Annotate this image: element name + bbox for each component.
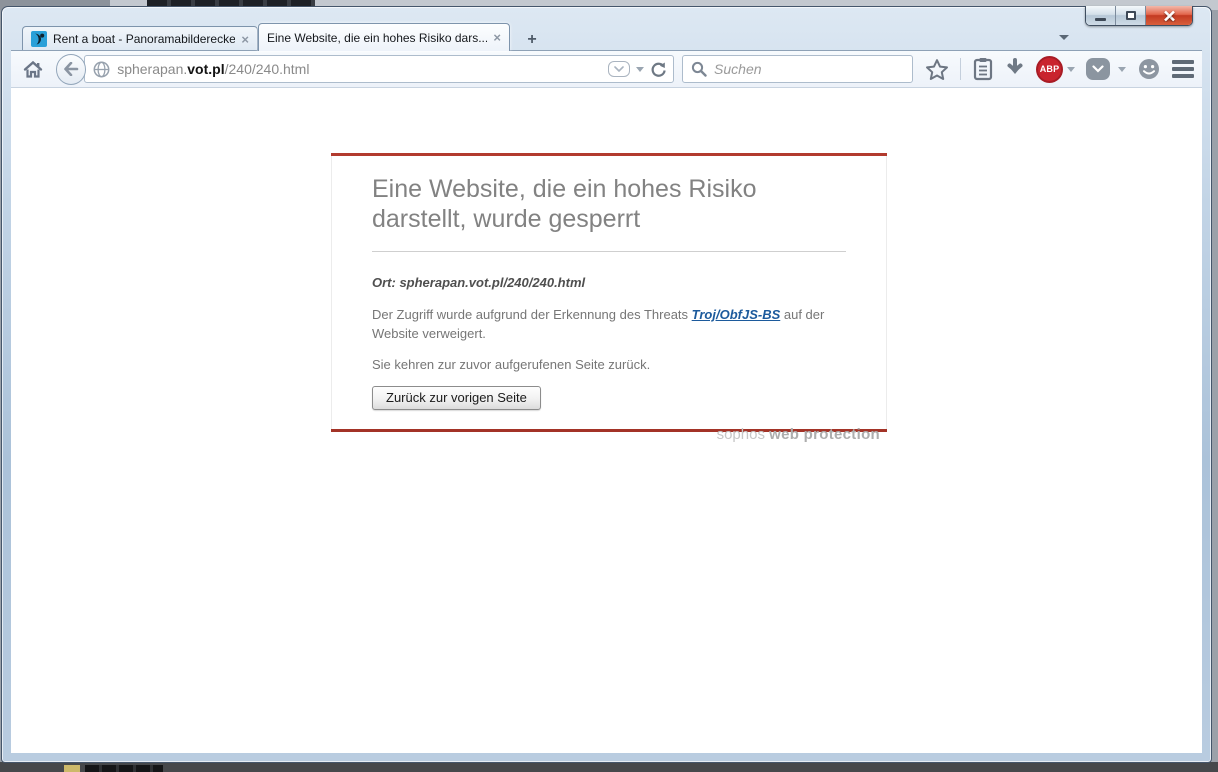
home-button[interactable] <box>19 55 47 83</box>
tab-close-icon[interactable]: × <box>241 33 249 46</box>
sophos-block-panel: Eine Website, die ein hohes Risiko darst… <box>331 153 887 432</box>
downloads-icon[interactable] <box>1005 58 1025 80</box>
bookmarks-menu-icon[interactable] <box>972 57 994 81</box>
pocket-save-icon[interactable] <box>608 61 630 77</box>
sophos-brandline: sophos web protection <box>331 426 887 443</box>
tab-title: Rent a boat - Panoramabilderecke ... <box>53 32 235 46</box>
block-reason: Der Zugriff wurde aufgrund der Erkennung… <box>372 305 858 343</box>
url-prefix: spherapan. <box>117 61 187 77</box>
page-content: Eine Website, die ein hohes Risiko darst… <box>11 88 1202 753</box>
feedback-smiley-icon[interactable] <box>1137 57 1161 81</box>
return-note: Sie kehren zur zuvor aufgerufenen Seite … <box>372 357 846 372</box>
menu-button[interactable] <box>1172 60 1194 78</box>
home-icon <box>23 60 43 79</box>
close-icon <box>1163 10 1176 22</box>
search-box[interactable]: Suchen <box>682 55 913 83</box>
adblock-plus-button[interactable]: ABP <box>1036 56 1075 83</box>
pocket-dropdown-icon[interactable] <box>1118 67 1126 72</box>
navigation-toolbar: spherapan.vot.pl/240/240.html Suchen <box>11 50 1202 88</box>
pocket-icon[interactable] <box>1086 58 1110 80</box>
url-bar[interactable]: spherapan.vot.pl/240/240.html <box>84 55 674 83</box>
abp-icon: ABP <box>1036 56 1063 83</box>
site-favicon <box>31 31 47 47</box>
brand-web-protection: web protection <box>769 426 880 443</box>
desktop-icon-fragment <box>64 765 80 772</box>
url-domain: vot.pl <box>187 61 224 77</box>
urlbar-dropdown-icon[interactable] <box>636 67 644 72</box>
abp-dropdown-icon <box>1067 67 1075 72</box>
search-placeholder: Suchen <box>714 61 761 77</box>
tab-close-icon[interactable]: × <box>493 31 501 44</box>
url-text: spherapan.vot.pl/240/240.html <box>117 61 608 77</box>
threat-link[interactable]: Troj/ObfJS-BS <box>692 307 781 322</box>
back-arrow-icon <box>63 62 79 76</box>
list-all-tabs-icon[interactable] <box>1059 35 1069 40</box>
toolbar-buttons: ABP <box>925 56 1194 83</box>
brand-sophos: sophos <box>717 426 770 443</box>
maximize-icon <box>1126 11 1136 20</box>
block-heading: Eine Website, die ein hohes Risiko darst… <box>372 174 846 234</box>
menu-icon <box>1172 60 1194 64</box>
new-tab-button[interactable]: + <box>517 30 547 49</box>
browser-window: Rent a boat - Panoramabilderecke ... × E… <box>1 6 1212 763</box>
tab-title: Eine Website, die ein hohes Risiko dars.… <box>267 31 487 45</box>
desktop-label-fragment <box>85 765 163 772</box>
url-path: /240/240.html <box>225 61 310 77</box>
minimize-icon <box>1095 18 1106 21</box>
blocked-location: Ort: spherapan.vot.pl/240/240.html <box>372 275 846 290</box>
tab-blocked-website[interactable]: Eine Website, die ein hohes Risiko dars.… <box>258 23 510 51</box>
globe-icon <box>93 61 110 78</box>
heading-divider <box>372 251 846 252</box>
desktop-fragment-bottom <box>0 762 1218 772</box>
tab-rent-a-boat[interactable]: Rent a boat - Panoramabilderecke ... × <box>22 26 258 51</box>
back-button[interactable] <box>56 54 87 85</box>
toolbar-separator <box>960 58 961 80</box>
reload-icon[interactable] <box>650 61 667 78</box>
pocket-group <box>1086 58 1126 80</box>
search-icon <box>691 61 707 77</box>
bookmark-star-icon[interactable] <box>925 58 949 81</box>
tab-strip: Rent a boat - Panoramabilderecke ... × E… <box>22 23 1171 51</box>
back-to-previous-page-button[interactable]: Zurück zur vorigen Seite <box>372 386 541 410</box>
